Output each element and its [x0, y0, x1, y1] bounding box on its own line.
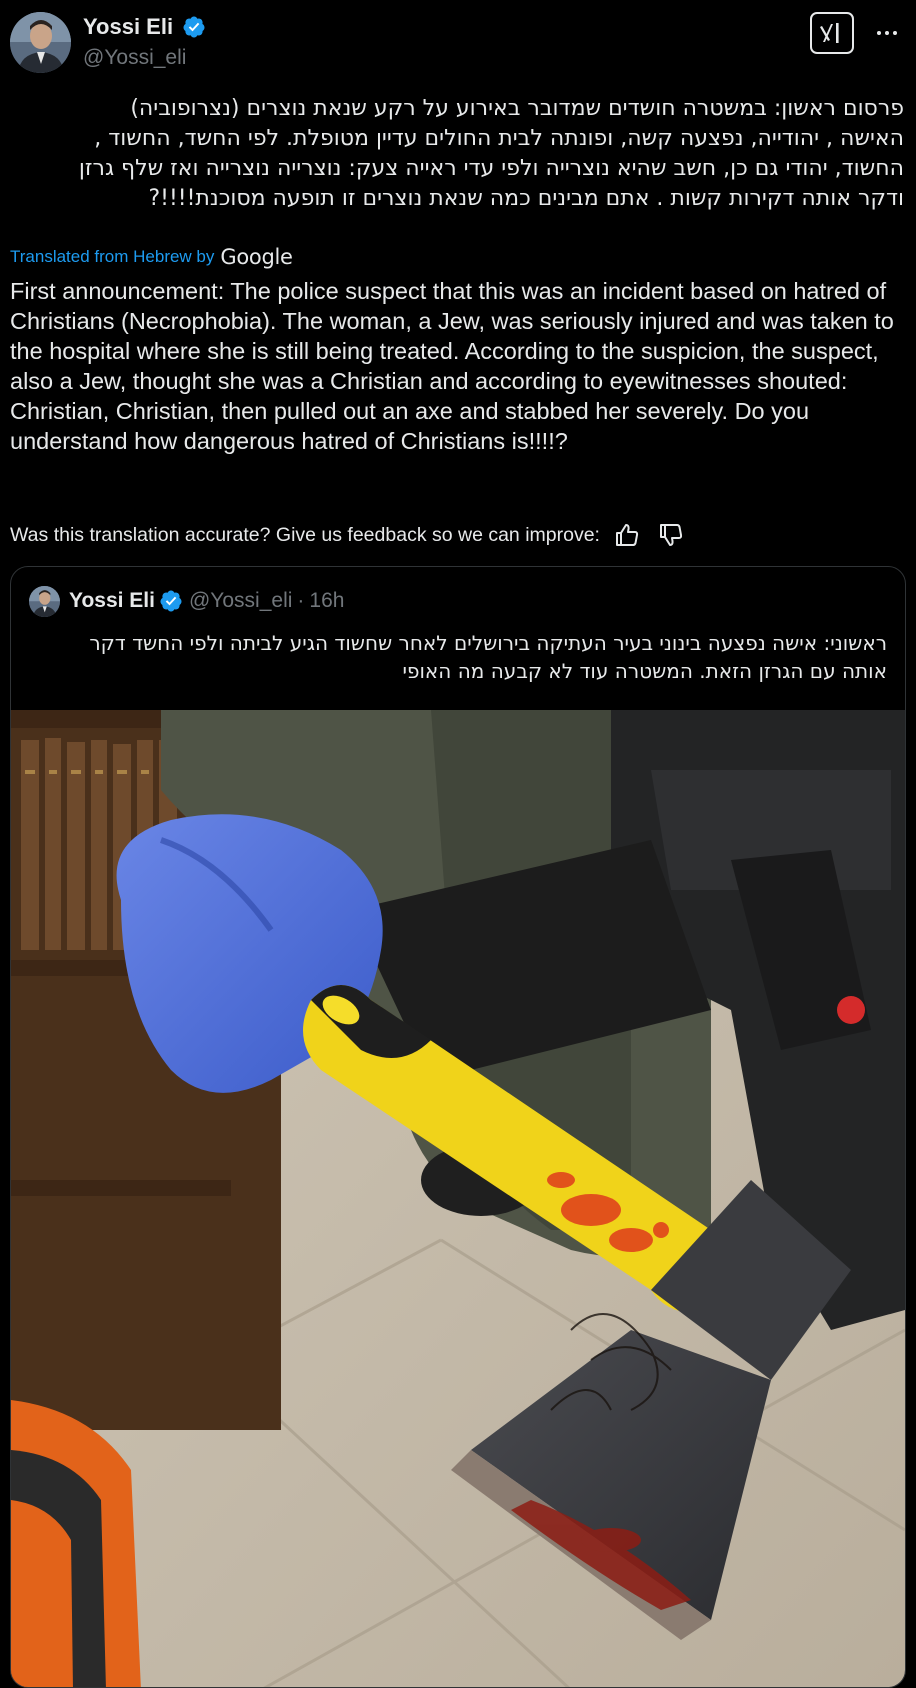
quoted-avatar[interactable] [29, 585, 60, 617]
post-original-line: האישה , יהודייה, נפצעה קשה, ופונתה לבית … [94, 126, 904, 151]
post-original-line: ודקר אותה דקירות קשות . אתם מבינים כמה ש… [148, 186, 904, 211]
avatar[interactable] [10, 12, 71, 73]
more-horizontal-icon[interactable] [874, 20, 900, 46]
grok-icon [820, 23, 839, 43]
post-original-line: החשוד, יהודי גם כן, חשב שהיא נוצרייה ולפ… [78, 156, 904, 181]
translated-from-label[interactable]: Translated from Hebrew by [10, 247, 214, 267]
thumbs-down-icon[interactable] [658, 522, 684, 548]
author-name[interactable]: Yossi Eli [83, 14, 173, 40]
quoted-post-photo[interactable] [11, 710, 905, 1687]
thumbs-up-icon[interactable] [614, 522, 640, 548]
quoted-post[interactable]: Yossi Eli @Yossi_eli · 16h ראשוני: אישה … [10, 566, 906, 1688]
quoted-timestamp[interactable]: 16h [309, 589, 344, 613]
quoted-post-header: Yossi Eli @Yossi_eli · 16h [29, 585, 344, 617]
author-block: Yossi Eli @Yossi_eli [83, 14, 206, 70]
verified-badge-icon [183, 16, 205, 38]
quoted-post-text: ראשוני: אישה נפצעה בינוני בעיר העתיקה בי… [29, 629, 887, 685]
translation-feedback: Was this translation accurate? Give us f… [10, 520, 684, 550]
verified-badge-icon [160, 590, 182, 612]
feedback-prompt: Was this translation accurate? Give us f… [10, 523, 600, 546]
post-original-text: פרסום ראשון: במשטרה חושדים שמדובר באירוע… [10, 94, 904, 214]
grok-button[interactable] [810, 12, 854, 54]
quoted-author-handle[interactable]: @Yossi_eli [189, 589, 292, 613]
quoted-post-line: אותה עם הגרזן הזאת. המשטרה עוד לא קבעה מ… [402, 659, 887, 683]
quoted-post-line: ראשוני: אישה נפצעה בינוני בעיר העתיקה בי… [89, 631, 887, 655]
translation-attribution[interactable]: Translated from Hebrew by Google [10, 245, 293, 269]
author-handle[interactable]: @Yossi_eli [83, 46, 206, 70]
separator-dot: · [297, 589, 305, 612]
google-logo: Google [220, 245, 293, 269]
post-header: Yossi Eli @Yossi_eli [10, 12, 906, 76]
post-translated-text: First announcement: The police suspect t… [10, 278, 894, 454]
quoted-author-name[interactable]: Yossi Eli [69, 589, 155, 613]
post-original-line: פרסום ראשון: במשטרה חושדים שמדובר באירוע… [130, 96, 904, 121]
photo-axe-scene [11, 710, 905, 1687]
